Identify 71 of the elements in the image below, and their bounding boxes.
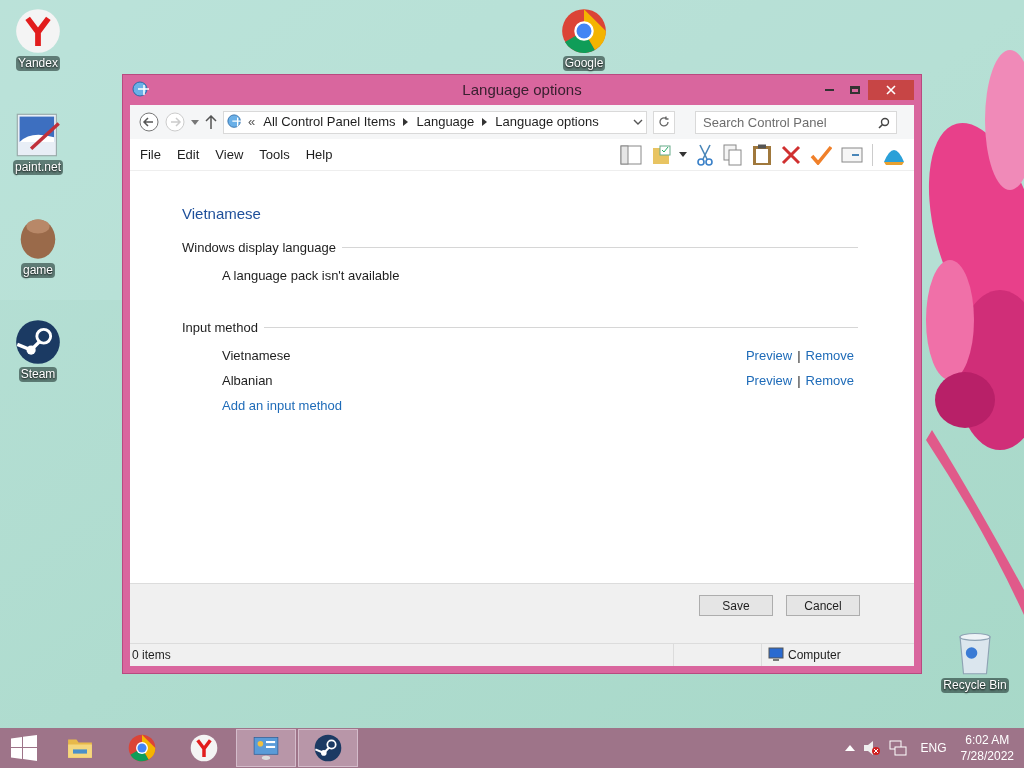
search-field[interactable]: Search Control Panel [695, 110, 897, 134]
up-caret-icon[interactable] [844, 745, 855, 751]
chrome-icon [128, 734, 156, 762]
layout-icon[interactable] [620, 144, 642, 165]
clipboard-icon[interactable] [752, 143, 772, 166]
copy-icon[interactable] [723, 143, 743, 166]
desktop-icon-label[interactable]: game [21, 263, 55, 278]
status-item-count: 0 items [130, 644, 674, 666]
add-input-method-link[interactable]: Add an input method [222, 396, 342, 416]
status-location: Computer [788, 647, 841, 664]
cancel-button[interactable]: Cancel [786, 595, 860, 616]
breadcrumb-item[interactable]: Language [413, 112, 478, 132]
clock-date: 7/28/2022 [960, 748, 1014, 764]
save-button[interactable]: Save [699, 595, 773, 616]
scissors-icon[interactable] [696, 143, 714, 166]
up-arrow-icon[interactable] [205, 115, 217, 129]
desktop-icon-label[interactable]: Steam [18, 367, 58, 382]
chrome-icon [561, 8, 607, 54]
network-icon[interactable] [888, 740, 907, 756]
refresh-button[interactable] [653, 110, 675, 134]
checkmark-icon[interactable] [810, 144, 832, 165]
remove-link[interactable]: Remove [805, 346, 854, 366]
preview-link[interactable]: Preview [745, 371, 793, 391]
yandex-icon [15, 8, 61, 54]
clock-time: 6:02 AM [965, 732, 1010, 748]
window-title: Language options [462, 79, 582, 100]
section-title: Windows display language [182, 238, 336, 257]
page-heading: Vietnamese [182, 204, 262, 224]
yandex-icon [190, 734, 218, 762]
input-method-name: Albanian [222, 372, 273, 391]
search-icon [878, 116, 890, 129]
desktop-icon-label[interactable]: Google [562, 56, 606, 71]
clock[interactable]: 6:02 AM 7/28/2022 [960, 732, 1014, 764]
link-separator: | [797, 347, 801, 366]
overflow-chevron[interactable]: « [248, 112, 256, 132]
taskbar-button[interactable] [298, 729, 358, 767]
delete-icon[interactable] [781, 144, 801, 165]
computer-icon [766, 647, 784, 663]
address-bar[interactable]: « All Control Panel Items Language Language options [223, 110, 647, 134]
menu-item[interactable]: View [207, 144, 252, 165]
remove-link[interactable]: Remove [805, 371, 854, 391]
steam-icon [314, 734, 342, 762]
dropdown-caret-icon[interactable] [633, 119, 643, 125]
close-icon [886, 85, 896, 95]
breadcrumb-item[interactable]: All Control Panel Items [260, 112, 399, 132]
preview-link[interactable]: Preview [745, 346, 793, 366]
steam-icon [15, 319, 61, 365]
muted-speaker-icon[interactable] [862, 740, 881, 756]
menu-item[interactable]: File [132, 144, 169, 165]
menu-item[interactable]: Help [297, 144, 341, 165]
back-icon[interactable] [139, 112, 159, 132]
status-text: A language pack isn't available [222, 266, 400, 285]
close-button[interactable] [868, 80, 914, 100]
refresh-icon [658, 116, 670, 128]
menu-item[interactable]: Edit [168, 144, 208, 165]
input-method-name: Vietnamese [222, 347, 291, 366]
breadcrumb-arrow-icon[interactable] [403, 118, 409, 126]
breadcrumb-item[interactable]: Language options [492, 112, 602, 132]
paint-icon [15, 112, 61, 158]
breadcrumb-arrow-icon[interactable] [482, 118, 488, 126]
desktop-icon-label[interactable]: Recycle Bin [941, 678, 1009, 693]
desktop-icon-label[interactable]: Yandex [16, 56, 60, 71]
control-panel-icon [252, 734, 280, 762]
windows-logo-icon [11, 735, 37, 761]
desktop-icon-label[interactable]: paint.net [12, 160, 63, 175]
folder-check-icon[interactable] [651, 143, 673, 166]
menu-item[interactable]: Tools [251, 144, 298, 165]
section-title: Input method [182, 319, 258, 337]
dropdown-caret-icon[interactable] [679, 152, 687, 157]
link-separator: | [797, 372, 801, 391]
language-indicator[interactable]: ENG [914, 739, 953, 757]
